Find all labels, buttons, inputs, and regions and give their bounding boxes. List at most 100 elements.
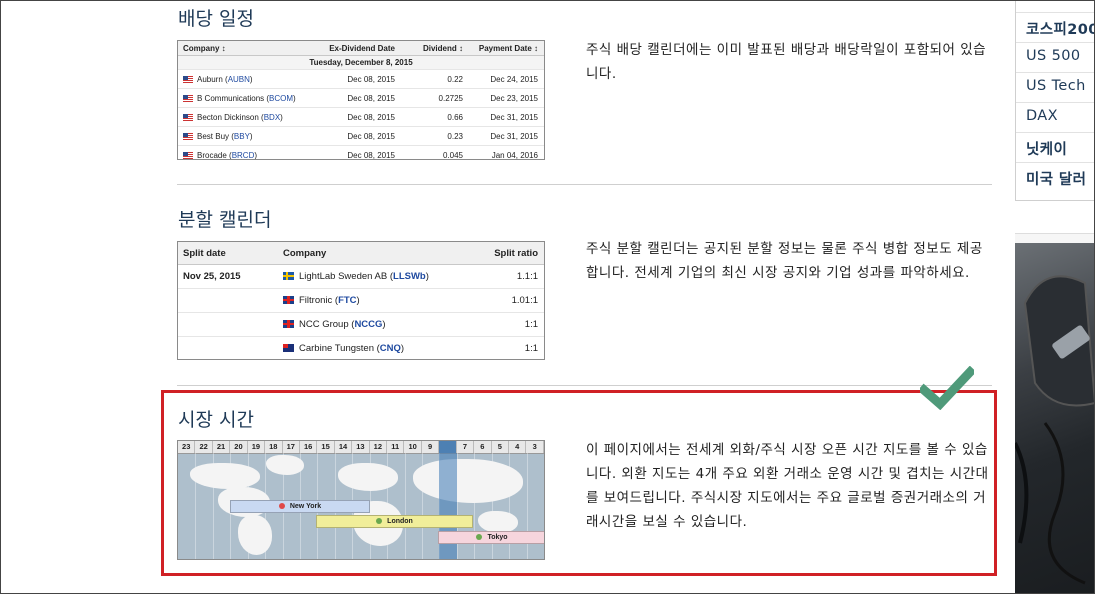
exdate-cell: Dec 08, 2015	[347, 74, 395, 84]
ticker-link[interactable]: BDX	[264, 113, 280, 122]
map-landmass	[238, 515, 272, 555]
hour-label: 17	[283, 441, 300, 453]
sidebar-divider	[1016, 132, 1095, 133]
us-flag-icon	[183, 113, 193, 121]
status-dot-icon	[476, 534, 483, 541]
sidebar-item-us-tech[interactable]: US Tech	[1026, 78, 1086, 94]
hour-gridline	[404, 453, 406, 559]
ticker-link[interactable]: CNQ	[380, 343, 401, 354]
split-table-thumbnail[interactable]: Split date Company Split ratio Nov 25, 2…	[177, 241, 545, 360]
ticker-link[interactable]: BBY	[234, 132, 250, 141]
table-row[interactable]: Nov 25, 2015 LightLab Sweden AB (LLSWb) 1.…	[178, 265, 544, 289]
payment-cell: Dec 23, 2015	[490, 93, 538, 103]
map-landmass	[338, 463, 398, 491]
company-cell: Carbine Tungsten (CNQ)	[283, 343, 478, 354]
sidebar-divider	[1016, 42, 1095, 43]
map-landmass	[478, 511, 518, 533]
sidebar-item-nikkei[interactable]: 닛케이	[1026, 138, 1067, 159]
dividend-calendar-title[interactable]: 배당 일정	[178, 4, 254, 31]
date-group-row: Tuesday, December 8, 2015	[178, 56, 544, 70]
table-row[interactable]: Becton Dickinson (BDX) Dec 08, 2015 0.66 De…	[178, 108, 544, 127]
ticker-link[interactable]: AUBN	[228, 75, 250, 84]
checkmark-icon	[920, 366, 974, 410]
table-row[interactable]: NCC Group (NCCG) 1:1	[178, 313, 544, 337]
split-ratio-cell: 1.01:1	[511, 295, 538, 306]
dividend-cell: 0.045	[442, 150, 463, 160]
hour-label: 5	[492, 441, 510, 453]
ticker-link[interactable]: BRCD	[232, 151, 255, 160]
table-row[interactable]: Brocade (BRCD) Dec 08, 2015 0.045 Jan 04, 2…	[178, 146, 544, 160]
payment-cell: Dec 24, 2015	[490, 74, 538, 84]
sweden-flag-icon	[283, 272, 294, 281]
map-landmass	[266, 455, 304, 475]
market-hours-map-thumbnail[interactable]: 23 22 21 20 19 18 17 16 15 14 13 12 11 10 9 8 7 6 5 4 3 New …	[177, 440, 545, 560]
hour-label: 4	[509, 441, 527, 453]
hour-label: 23	[178, 441, 196, 453]
company-cell: Brocade (BRCD)	[178, 151, 303, 160]
sidebar-divider	[1016, 12, 1095, 13]
dividend-description: 주식 배당 캘린더에는 이미 발표된 배당과 배당락일이 포함되어 있습니다.	[586, 42, 987, 82]
hour-label: 12	[370, 441, 388, 453]
uk-flag-icon	[283, 296, 294, 305]
ticker-link[interactable]: NCCG	[354, 319, 382, 330]
split-date-cell: Nov 25, 2015	[183, 271, 241, 282]
exdate-cell: Dec 08, 2015	[347, 93, 395, 103]
company-cell: Best Buy (BBY)	[178, 132, 303, 141]
hour-label: 15	[317, 441, 335, 453]
sidebar-item-dax[interactable]: DAX	[1026, 108, 1058, 124]
hour-label: 22	[195, 441, 213, 453]
us-flag-icon	[183, 132, 193, 140]
company-cell: Auburn (AUBN)	[178, 75, 303, 84]
market-hours-title[interactable]: 시장 시간	[178, 405, 254, 432]
table-row[interactable]: Carbine Tungsten (CNQ) 1:1	[178, 337, 544, 359]
ticker-link[interactable]: FTC	[338, 295, 356, 306]
sidebar-index-list: 코스피200 US 500 US Tech DAX 닛케이 미국 달러	[1015, 0, 1095, 201]
split-description: 주식 분할 캘린더는 공지된 분할 정보는 물론 주식 병합 정보도 제공합니다…	[586, 241, 983, 281]
ticker-link[interactable]: BCOM	[269, 94, 293, 103]
us-flag-icon	[183, 75, 193, 83]
hour-label: 18	[265, 441, 283, 453]
us-flag-icon	[183, 94, 193, 102]
exdate-cell: Dec 08, 2015	[347, 150, 395, 160]
payment-cell: Dec 31, 2015	[490, 131, 538, 141]
sidebar-item-us-dollar[interactable]: 미국 달러	[1026, 168, 1086, 189]
payment-cell: Dec 31, 2015	[490, 112, 538, 122]
market-hours-description: 이 페이지에서는 전세계 외화/주식 시장 오픈 시간 지도를 볼 수 있습니다…	[586, 442, 989, 530]
hour-label: 19	[248, 441, 266, 453]
uk-flag-icon	[283, 320, 294, 329]
hour-label: 10	[404, 441, 422, 453]
ad-image[interactable]	[1015, 243, 1095, 594]
col-company: Company ↕	[183, 43, 226, 53]
company-cell: B Communications (BCOM)	[178, 94, 303, 103]
exdate-cell: Dec 08, 2015	[347, 131, 395, 141]
market-bar-tokyo: Tokyo	[438, 531, 544, 544]
dividend-table-thumbnail[interactable]: Company ↕ Ex-Dividend Date Dividend ↕ Pa…	[177, 40, 545, 160]
hour-label: 11	[387, 441, 405, 453]
hour-label: 16	[300, 441, 318, 453]
col-exdate: Ex-Dividend Date	[329, 43, 395, 53]
dividend-cell: 0.22	[447, 74, 463, 84]
col-split-ratio: Split ratio	[494, 247, 538, 259]
us-flag-icon	[183, 151, 193, 159]
australia-flag-icon	[283, 344, 294, 353]
table-row[interactable]: Auburn (AUBN) Dec 08, 2015 0.22 Dec 24, 201…	[178, 70, 544, 89]
dividend-cell: 0.23	[447, 131, 463, 141]
table-row[interactable]: Filtronic (FTC) 1.01:1	[178, 289, 544, 313]
sidebar-item-kospi200[interactable]: 코스피200	[1026, 18, 1095, 39]
table-row[interactable]: Best Buy (BBY) Dec 08, 2015 0.23 Dec 31, 20…	[178, 127, 544, 146]
market-bar-london: London	[316, 515, 473, 528]
company-cell: Becton Dickinson (BDX)	[178, 113, 303, 122]
col-split-date: Split date	[183, 247, 226, 259]
table-row[interactable]: B Communications (BCOM) Dec 08, 2015 0.272…	[178, 89, 544, 108]
company-cell: LightLab Sweden AB (LLSWb)	[283, 271, 478, 282]
hour-label: 20	[230, 441, 248, 453]
table-header: Company ↕ Ex-Dividend Date Dividend ↕ Pa…	[178, 41, 544, 56]
ticker-link[interactable]: LLSWb	[393, 271, 426, 282]
split-ratio-cell: 1:1	[524, 343, 538, 354]
split-ratio-cell: 1:1	[524, 319, 538, 330]
hour-label: 8	[439, 441, 457, 453]
sidebar-item-us500[interactable]: US 500	[1026, 48, 1081, 64]
sidebar-divider	[1016, 102, 1095, 103]
split-calendar-title[interactable]: 분할 캘린더	[178, 205, 271, 232]
map-landmass	[413, 459, 523, 503]
